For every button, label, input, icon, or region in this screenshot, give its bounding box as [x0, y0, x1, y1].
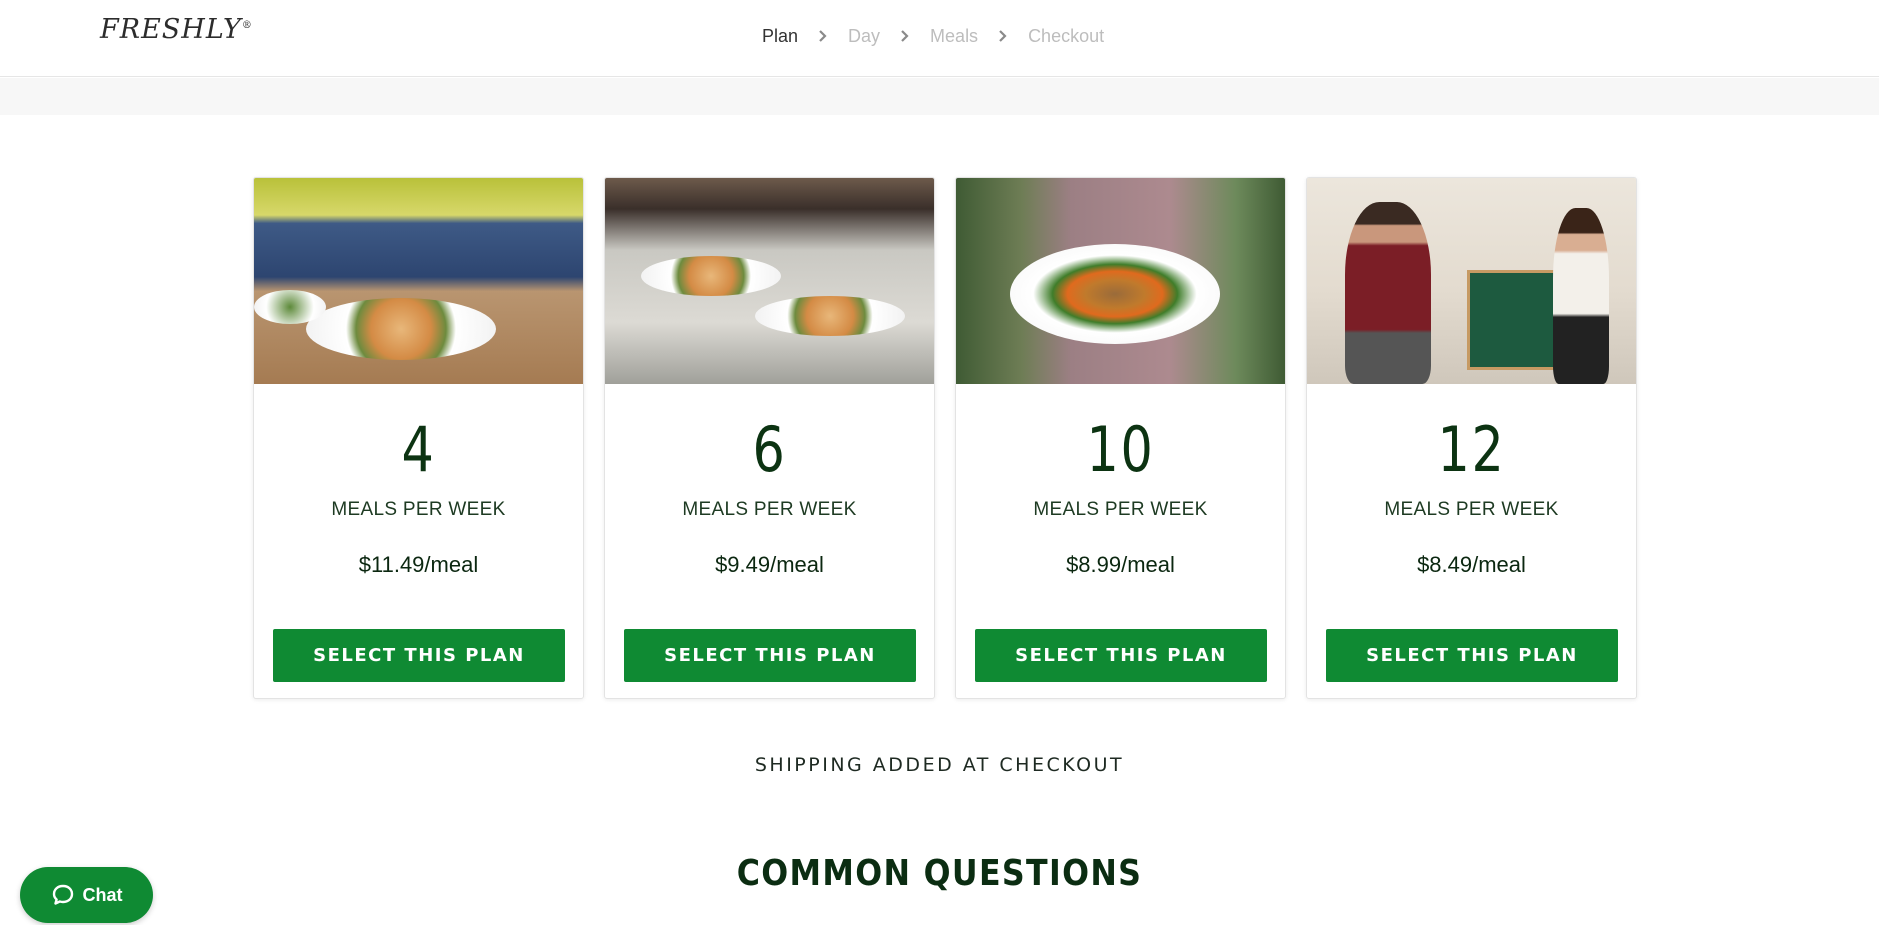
meals-count: 10: [1086, 413, 1155, 486]
price-per-meal: $11.49/meal: [358, 552, 479, 577]
select-plan-button[interactable]: SELECT THIS PLAN: [975, 629, 1267, 682]
common-questions-heading: COMMON QUESTIONS: [736, 853, 1143, 894]
kitchen-box-photo: [1307, 178, 1636, 384]
checkout-steps: Plan Day Meals Checkout: [762, 26, 1104, 47]
chat-label: Chat: [82, 884, 123, 905]
meals-count: 12: [1437, 413, 1506, 486]
meal-prep-photo: [254, 178, 583, 384]
plan-card-10: 10 MEALS PER WEEK $8.99/meal SELECT THIS…: [955, 177, 1286, 699]
plan-card-12: 12 MEALS PER WEEK $8.49/meal SELECT THIS…: [1306, 177, 1637, 699]
chevron-right-icon: [978, 28, 1028, 46]
price-per-meal: $8.49/meal: [1417, 552, 1526, 577]
plate-held-photo: [956, 178, 1285, 384]
price-per-meal: $8.99/meal: [1066, 552, 1175, 577]
meals-count: 4: [401, 413, 436, 486]
chevron-right-icon: [880, 28, 930, 46]
shipping-note: SHIPPING ADDED AT CHECKOUT: [754, 754, 1125, 776]
chat-bubble-icon: [52, 884, 73, 905]
plan-cards: 4 MEALS PER WEEK $11.49/meal SELECT THIS…: [253, 177, 1637, 699]
select-plan-button[interactable]: SELECT THIS PLAN: [273, 629, 565, 682]
step-checkout[interactable]: Checkout: [1028, 26, 1104, 47]
meals-per-week-label: MEALS PER WEEK: [331, 499, 506, 520]
microwave-plates-photo: [605, 178, 934, 384]
chevron-right-icon: [798, 28, 848, 46]
step-day[interactable]: Day: [848, 26, 880, 47]
logo-registered-mark: ®: [241, 20, 253, 31]
meals-count: 6: [752, 413, 787, 486]
meals-per-week-label: MEALS PER WEEK: [682, 499, 857, 520]
meals-per-week-label: MEALS PER WEEK: [1033, 499, 1208, 520]
freshly-logo[interactable]: FRESHLY®: [100, 14, 253, 45]
plan-card-4: 4 MEALS PER WEEK $11.49/meal SELECT THIS…: [253, 177, 584, 699]
step-plan[interactable]: Plan: [762, 26, 798, 47]
select-plan-button[interactable]: SELECT THIS PLAN: [1326, 629, 1618, 682]
logo-text: FRESHLY: [100, 14, 242, 45]
step-meals[interactable]: Meals: [930, 26, 978, 47]
plan-card-6: 6 MEALS PER WEEK $9.49/meal SELECT THIS …: [604, 177, 935, 699]
header-band: [0, 78, 1879, 115]
site-header: FRESHLY® Plan Day Meals Checkout: [0, 0, 1879, 77]
chat-button[interactable]: Chat: [20, 867, 153, 923]
meals-per-week-label: MEALS PER WEEK: [1384, 499, 1559, 520]
select-plan-button[interactable]: SELECT THIS PLAN: [624, 629, 916, 682]
price-per-meal: $9.49/meal: [715, 552, 824, 577]
